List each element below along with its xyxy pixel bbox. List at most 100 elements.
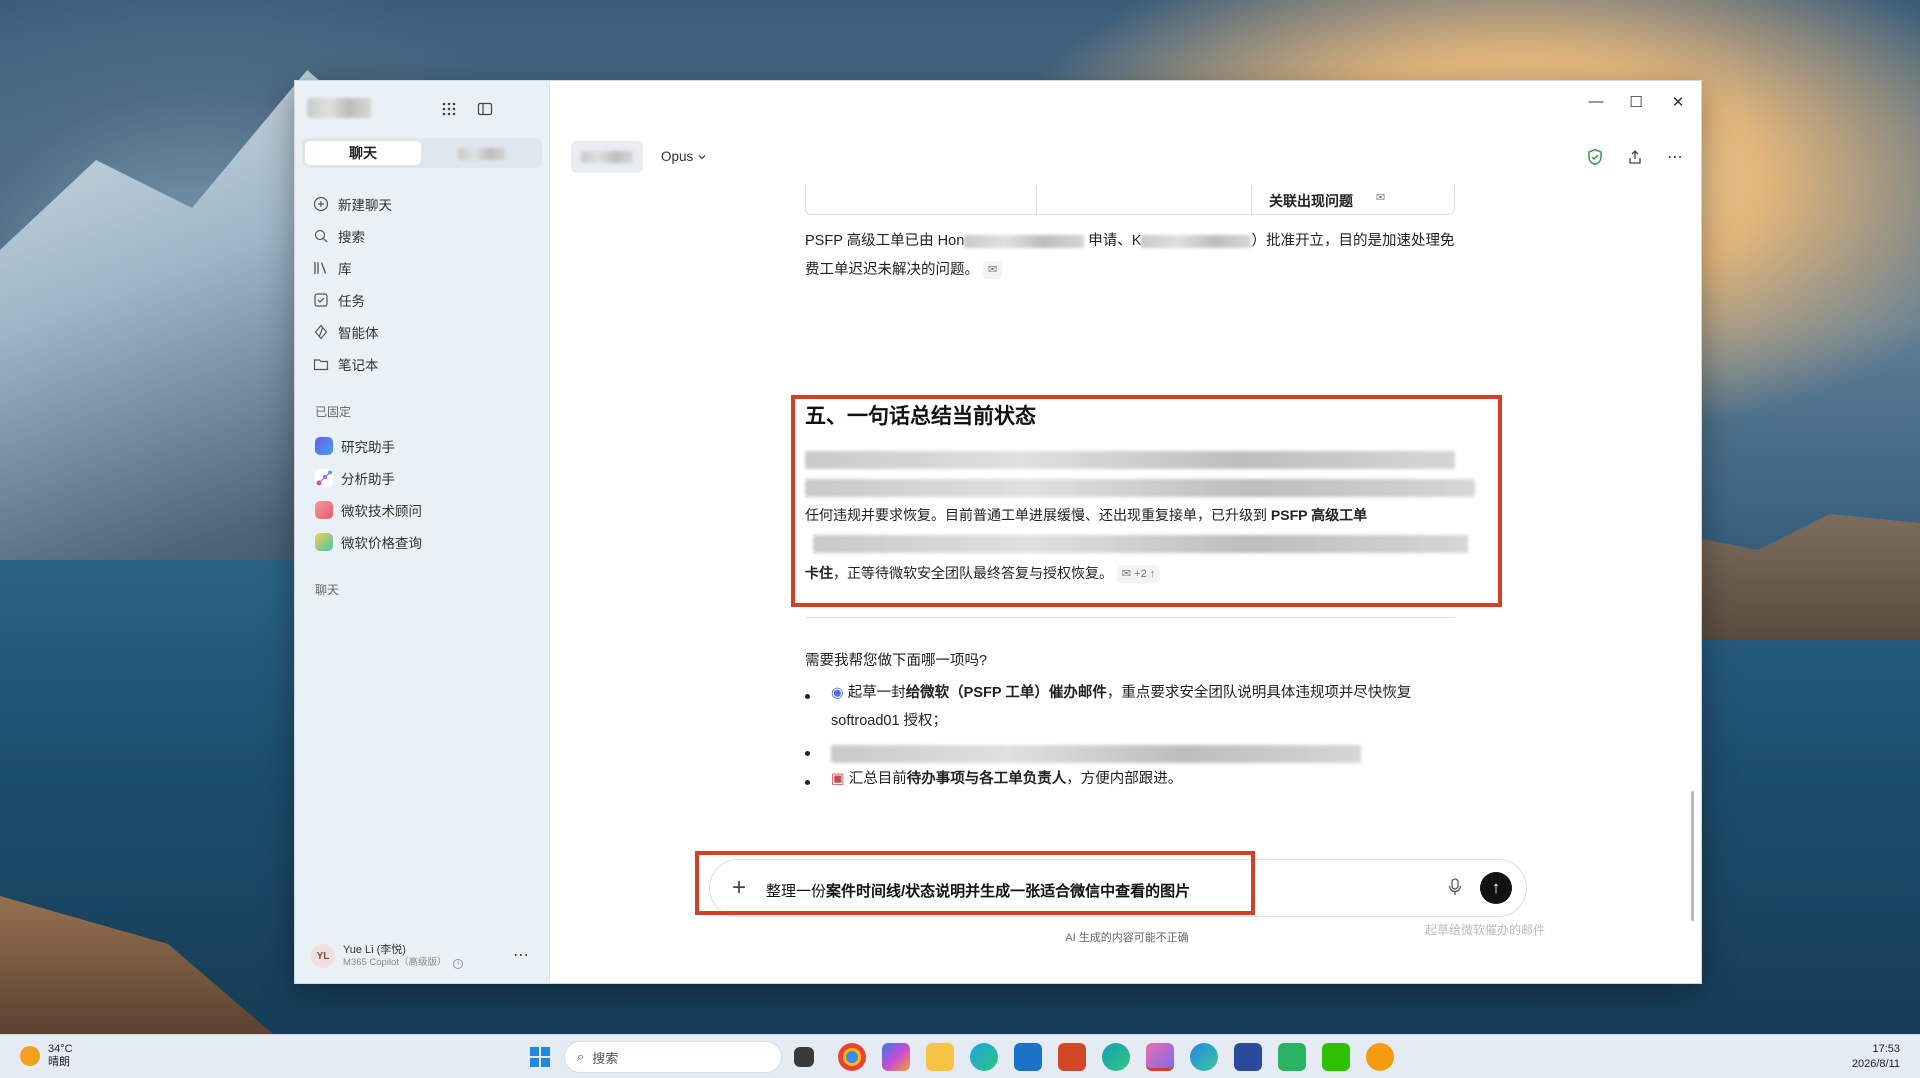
- input-highlight-box: [695, 851, 1255, 915]
- temperature: 34°C: [48, 1043, 73, 1055]
- nav-library[interactable]: 库: [313, 258, 352, 278]
- mail-citation-icon[interactable]: ✉: [1376, 191, 1385, 204]
- divider: [805, 617, 1455, 618]
- search-icon: ⌕: [577, 1049, 585, 1064]
- nav-search[interactable]: 搜索: [313, 226, 365, 246]
- app-logo-redacted: [307, 98, 371, 118]
- email-emoji-icon: ◉: [831, 685, 844, 701]
- pinned-analysis-assistant[interactable]: 分析助手: [315, 468, 395, 488]
- m365-icon[interactable]: [882, 1043, 910, 1071]
- folder-icon: [313, 356, 329, 372]
- outlook-icon[interactable]: [1014, 1043, 1042, 1071]
- system-clock[interactable]: 17:53 2026/8/11: [1852, 1042, 1900, 1072]
- chat-main: Opus — ☐ ✕ ⋯ 关联出现问题 ✉ PSFP 高级工单已由 Hon 申请…: [551, 81, 1701, 983]
- nav-notebooks[interactable]: 笔记本: [313, 354, 379, 374]
- taskbar-search[interactable]: ⌕ 搜索: [564, 1041, 782, 1073]
- weather-widget[interactable]: 34°C 晴朗: [20, 1043, 73, 1069]
- bullet-dot: [805, 694, 810, 699]
- edge-beta-icon[interactable]: [1190, 1043, 1218, 1071]
- chrome-icon[interactable]: [838, 1043, 866, 1071]
- pinned-label: 微软价格查询: [341, 536, 422, 551]
- sidebar-toggle-icon[interactable]: [473, 97, 497, 121]
- avatar: YL: [311, 944, 335, 968]
- redacted-name: [964, 234, 1085, 248]
- pinned-section-title: 已固定: [315, 405, 352, 419]
- scrollbar[interactable]: [1691, 191, 1694, 921]
- wechat-icon[interactable]: [1322, 1043, 1350, 1071]
- weather-condition: 晴朗: [48, 1056, 70, 1068]
- minimize-button[interactable]: —: [1583, 93, 1609, 110]
- powerpoint-icon[interactable]: [1058, 1043, 1086, 1071]
- bullet-dot: [805, 780, 810, 785]
- user-name: Yue Li (李悦): [343, 944, 406, 956]
- tab-chat[interactable]: 聊天: [305, 141, 421, 165]
- library-icon: [313, 260, 329, 276]
- pinned-ms-price-query[interactable]: 微软价格查询: [315, 532, 422, 552]
- tech-advisor-icon: [315, 501, 333, 519]
- mail-citation-icon[interactable]: ✉: [983, 261, 1003, 280]
- edge-dev-icon[interactable]: [1102, 1043, 1130, 1071]
- citation-chip[interactable]: ✉ +2 ↑: [1116, 565, 1161, 584]
- wecom-icon[interactable]: [1278, 1043, 1306, 1071]
- table-cell: 关联出现问题: [1269, 193, 1353, 209]
- section-heading: 五、一句话总结当前状态: [805, 405, 1036, 428]
- summary-line: 卡住，正等待微软安全团队最终答复与授权恢复。 ✉ +2 ↑: [805, 559, 1470, 588]
- windows-start-icon[interactable]: [526, 1043, 554, 1071]
- close-button[interactable]: ✕: [1665, 93, 1691, 111]
- nav-agents[interactable]: 智能体: [313, 322, 379, 342]
- sun-icon: [20, 1046, 40, 1066]
- option-summary-todo[interactable]: ▣ 汇总目前待办事项与各工单负责人，方便内部跟进。: [831, 765, 1471, 793]
- nav-label: 库: [338, 262, 352, 277]
- user-more-icon[interactable]: ⋯: [509, 943, 533, 967]
- send-button[interactable]: ↑: [1480, 872, 1512, 904]
- nav-new-chat[interactable]: 新建聊天: [313, 194, 392, 214]
- apps-grid-icon[interactable]: [437, 97, 461, 121]
- info-icon[interactable]: i: [453, 959, 464, 969]
- task-icon: [313, 292, 329, 308]
- redacted-line: [813, 535, 1468, 553]
- analysis-agent-icon: [315, 469, 333, 487]
- more-options-icon[interactable]: ⋯: [1663, 145, 1687, 169]
- clipboard-emoji-icon: ▣: [831, 771, 845, 787]
- pinned-label: 微软技术顾问: [341, 504, 422, 519]
- shield-check-icon[interactable]: [1583, 145, 1607, 169]
- chevron-down-icon: [698, 154, 706, 159]
- redacted-option[interactable]: [831, 745, 1361, 763]
- sidebar-segmented-tabs: 聊天: [302, 138, 542, 168]
- table-fragment: 关联出现问题 ✉: [805, 185, 1455, 215]
- agent-icon: [313, 324, 329, 340]
- microphone-icon[interactable]: [1448, 878, 1462, 899]
- terminal-icon[interactable]: [1234, 1043, 1262, 1071]
- search-tool-icon[interactable]: [1366, 1043, 1394, 1071]
- scrollbar-thumb[interactable]: [1691, 791, 1694, 921]
- sidebar: 聊天 新建聊天 搜索 库 任务 智能体 笔记本 已固定 研究助手 分析助手 微软…: [295, 81, 550, 983]
- agent-selector-redacted[interactable]: [571, 141, 643, 173]
- pinned-label: 分析助手: [341, 472, 395, 487]
- ai-disclaimer: AI 生成的内容可能不正确: [1065, 932, 1189, 944]
- psfp-paragraph: PSFP 高级工单已由 Hon 申请、K ）批准开立，目的是加速处理免 费工单迟迟…: [805, 233, 1455, 280]
- user-plan: M365 Copilot（高级版） i: [343, 957, 464, 969]
- redacted-text: [581, 151, 633, 163]
- redacted-line: [805, 479, 1475, 497]
- copilot-window: 聊天 新建聊天 搜索 库 任务 智能体 笔记本 已固定 研究助手 分析助手 微软…: [294, 80, 1702, 984]
- bullet-dot: [805, 751, 810, 756]
- copilot-icon[interactable]: [1146, 1043, 1174, 1071]
- summary-line: 任何违规并要求恢复。目前普通工单进展缓慢、还出现重复接单，已升级到 PSFP 高…: [805, 507, 1368, 523]
- nav-label: 搜索: [338, 230, 365, 245]
- research-agent-icon: [315, 437, 333, 455]
- nav-tasks[interactable]: 任务: [313, 290, 365, 310]
- nav-label: 新建聊天: [338, 198, 392, 213]
- share-icon[interactable]: [1623, 145, 1647, 169]
- pinned-label: 研究助手: [341, 440, 395, 455]
- file-explorer-icon[interactable]: [926, 1043, 954, 1071]
- maximize-button[interactable]: ☐: [1623, 93, 1649, 111]
- tab-redacted[interactable]: [458, 148, 506, 160]
- pinned-research-assistant[interactable]: 研究助手: [315, 436, 395, 456]
- edge-icon[interactable]: [970, 1043, 998, 1071]
- model-selector[interactable]: Opus: [661, 149, 707, 164]
- task-view-icon[interactable]: [794, 1047, 814, 1067]
- user-profile[interactable]: YL Yue Li (李悦) M365 Copilot（高级版） i: [311, 943, 464, 969]
- pinned-ms-tech-advisor[interactable]: 微软技术顾问: [315, 500, 422, 520]
- option-draft-email[interactable]: ◉ 起草一封给微软（PSFP 工单）催办邮件，重点要求安全团队说明具体违规项并尽…: [831, 679, 1471, 735]
- model-label: Opus: [661, 149, 694, 164]
